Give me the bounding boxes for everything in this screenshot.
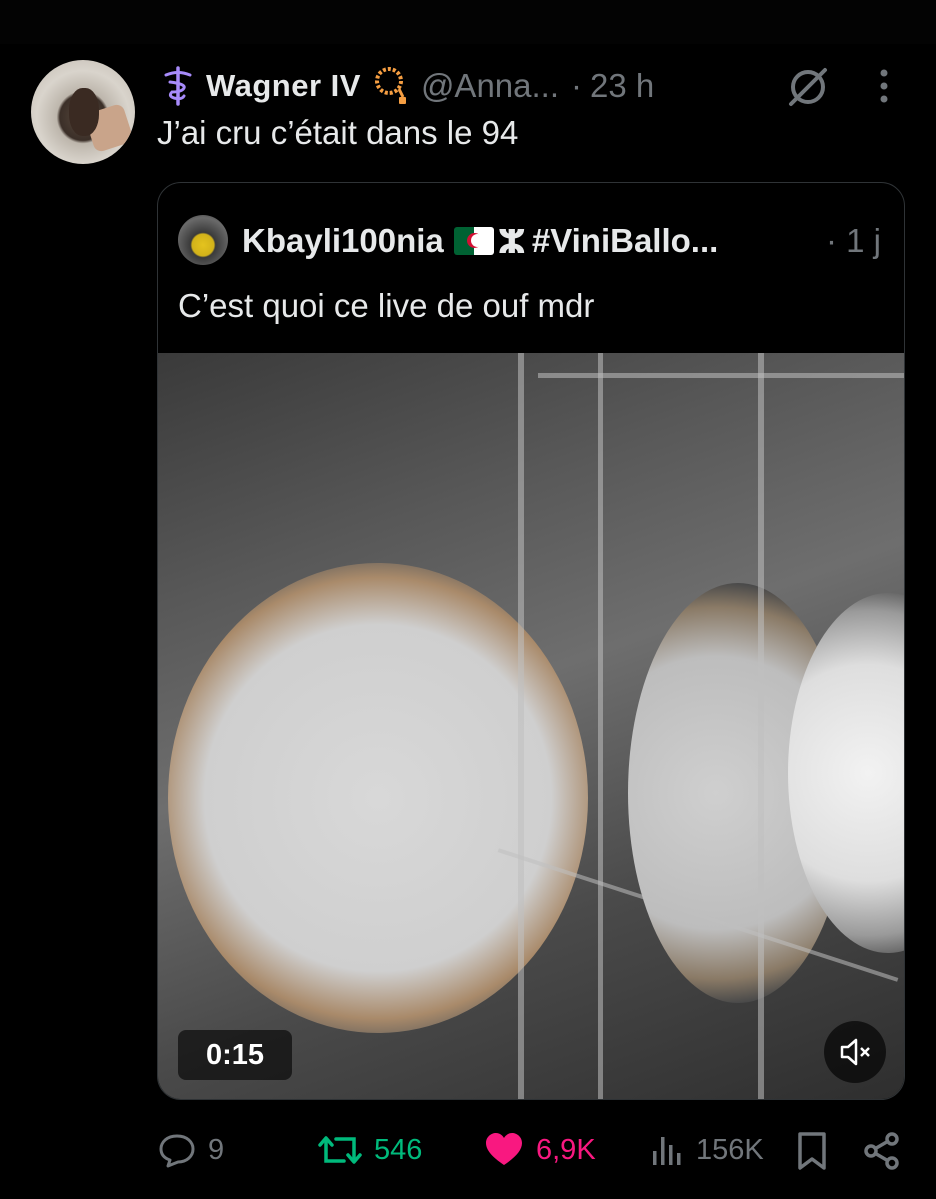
video-duration: 0:15 xyxy=(178,1030,292,1080)
quoted-header: Kbayli100nia ⵣ #ViniBallo... xyxy=(242,219,718,263)
avatar[interactable] xyxy=(31,60,135,164)
reply-count: 9 xyxy=(208,1133,225,1166)
tweet-header: Wagner IV @Anna... · 23 h xyxy=(160,62,654,110)
repost-button[interactable]: 546 xyxy=(318,1124,422,1176)
share-icon[interactable] xyxy=(862,1131,902,1171)
mute-button[interactable] xyxy=(824,1021,886,1083)
repost-icon xyxy=(318,1136,362,1164)
views-icon xyxy=(653,1137,681,1165)
author-handle[interactable]: @Anna... xyxy=(421,67,559,105)
top-bar-remnant xyxy=(0,0,936,44)
separator-dot: · xyxy=(571,67,583,104)
views-button[interactable]: 156K xyxy=(650,1124,764,1176)
grok-icon[interactable] xyxy=(785,64,831,110)
video-rack-bar xyxy=(518,353,524,1099)
repost-count: 546 xyxy=(374,1133,423,1166)
reply-icon xyxy=(159,1134,195,1168)
quoted-text: C’est quoi ce live de ouf mdr xyxy=(178,287,595,324)
mute-icon xyxy=(840,1038,870,1066)
prayer-beads-icon xyxy=(374,67,406,104)
more-icon[interactable] xyxy=(870,64,898,108)
video-plate-left xyxy=(168,563,588,1033)
quoted-tweet[interactable]: Kbayli100nia ⵣ #ViniBallo... · 1 j C’est… xyxy=(157,182,905,1100)
medical-symbol-icon xyxy=(164,66,192,106)
tweet-time[interactable]: 23 h xyxy=(590,67,654,105)
video-rack-bar xyxy=(758,353,764,1099)
quoted-hashtag[interactable]: #ViniBallo... xyxy=(532,222,718,260)
tweet-text: J’ai cru c’était dans le 94 xyxy=(157,114,519,151)
quoted-author-name[interactable]: Kbayli100nia xyxy=(242,222,444,260)
avatar-face xyxy=(69,88,99,136)
like-count: 6,9K xyxy=(536,1133,596,1166)
algeria-flag-icon xyxy=(453,227,494,255)
action-bar: 9 546 6,9K 156K xyxy=(0,1124,936,1176)
bookmark-icon[interactable] xyxy=(795,1131,829,1171)
yaz-symbol: ⵣ xyxy=(497,222,526,260)
video-rack-bar xyxy=(598,353,603,1099)
quoted-time[interactable]: · 1 j xyxy=(826,219,881,263)
quoted-avatar[interactable] xyxy=(178,215,228,265)
like-icon xyxy=(486,1133,522,1165)
video-player[interactable]: 0:15 xyxy=(158,353,904,1099)
reply-button[interactable]: 9 xyxy=(158,1124,224,1176)
like-button[interactable]: 6,9K xyxy=(484,1124,596,1176)
views-count: 156K xyxy=(696,1133,764,1166)
video-rack-bar xyxy=(538,373,904,378)
author-name[interactable]: Wagner IV xyxy=(206,68,361,104)
